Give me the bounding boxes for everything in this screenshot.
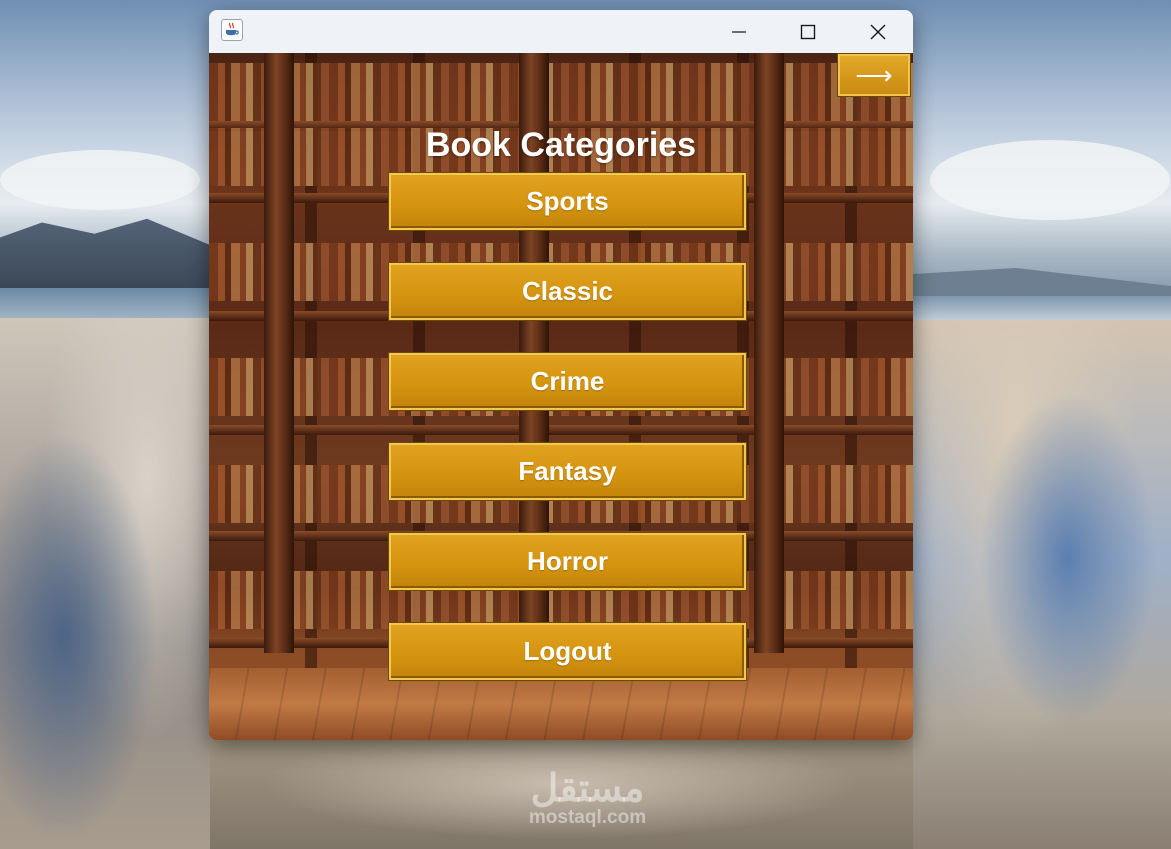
sea — [0, 288, 210, 318]
category-button-classic[interactable]: Classic — [388, 262, 747, 321]
minimize-button[interactable] — [704, 10, 774, 53]
bookshelf-row — [209, 63, 913, 121]
beach-sand — [913, 320, 1171, 849]
watermark-arabic: مستقل — [530, 768, 645, 810]
app-window: Book Categories ⟶ Sports Classic Crime F… — [209, 10, 913, 740]
java-coffee-cup-icon[interactable] — [221, 19, 243, 41]
next-arrow-button[interactable]: ⟶ — [837, 53, 911, 97]
watermark: مستقل mostaql.com — [515, 770, 660, 828]
cloud — [930, 140, 1170, 220]
category-button-fantasy[interactable]: Fantasy — [388, 442, 747, 501]
close-icon — [870, 24, 886, 39]
sea — [913, 296, 1171, 321]
watermark-latin: mostaql.com — [528, 807, 647, 828]
cloud — [0, 150, 200, 210]
category-button-horror[interactable]: Horror — [388, 532, 747, 591]
page-title: Book Categories — [425, 126, 697, 164]
category-button-crime[interactable]: Crime — [388, 352, 747, 411]
category-button-sports[interactable]: Sports — [388, 172, 747, 231]
maximize-button[interactable] — [773, 10, 843, 53]
beach-sand — [0, 318, 210, 849]
mountain — [913, 268, 1171, 298]
shelf — [209, 425, 913, 435]
mountain — [0, 218, 210, 290]
minimize-icon — [732, 30, 746, 33]
logout-button[interactable]: Logout — [388, 622, 747, 681]
arrow-right-icon: ⟶ — [855, 59, 893, 90]
title-bar[interactable] — [209, 10, 913, 53]
close-button[interactable] — [843, 10, 913, 53]
maximize-icon — [800, 24, 816, 39]
